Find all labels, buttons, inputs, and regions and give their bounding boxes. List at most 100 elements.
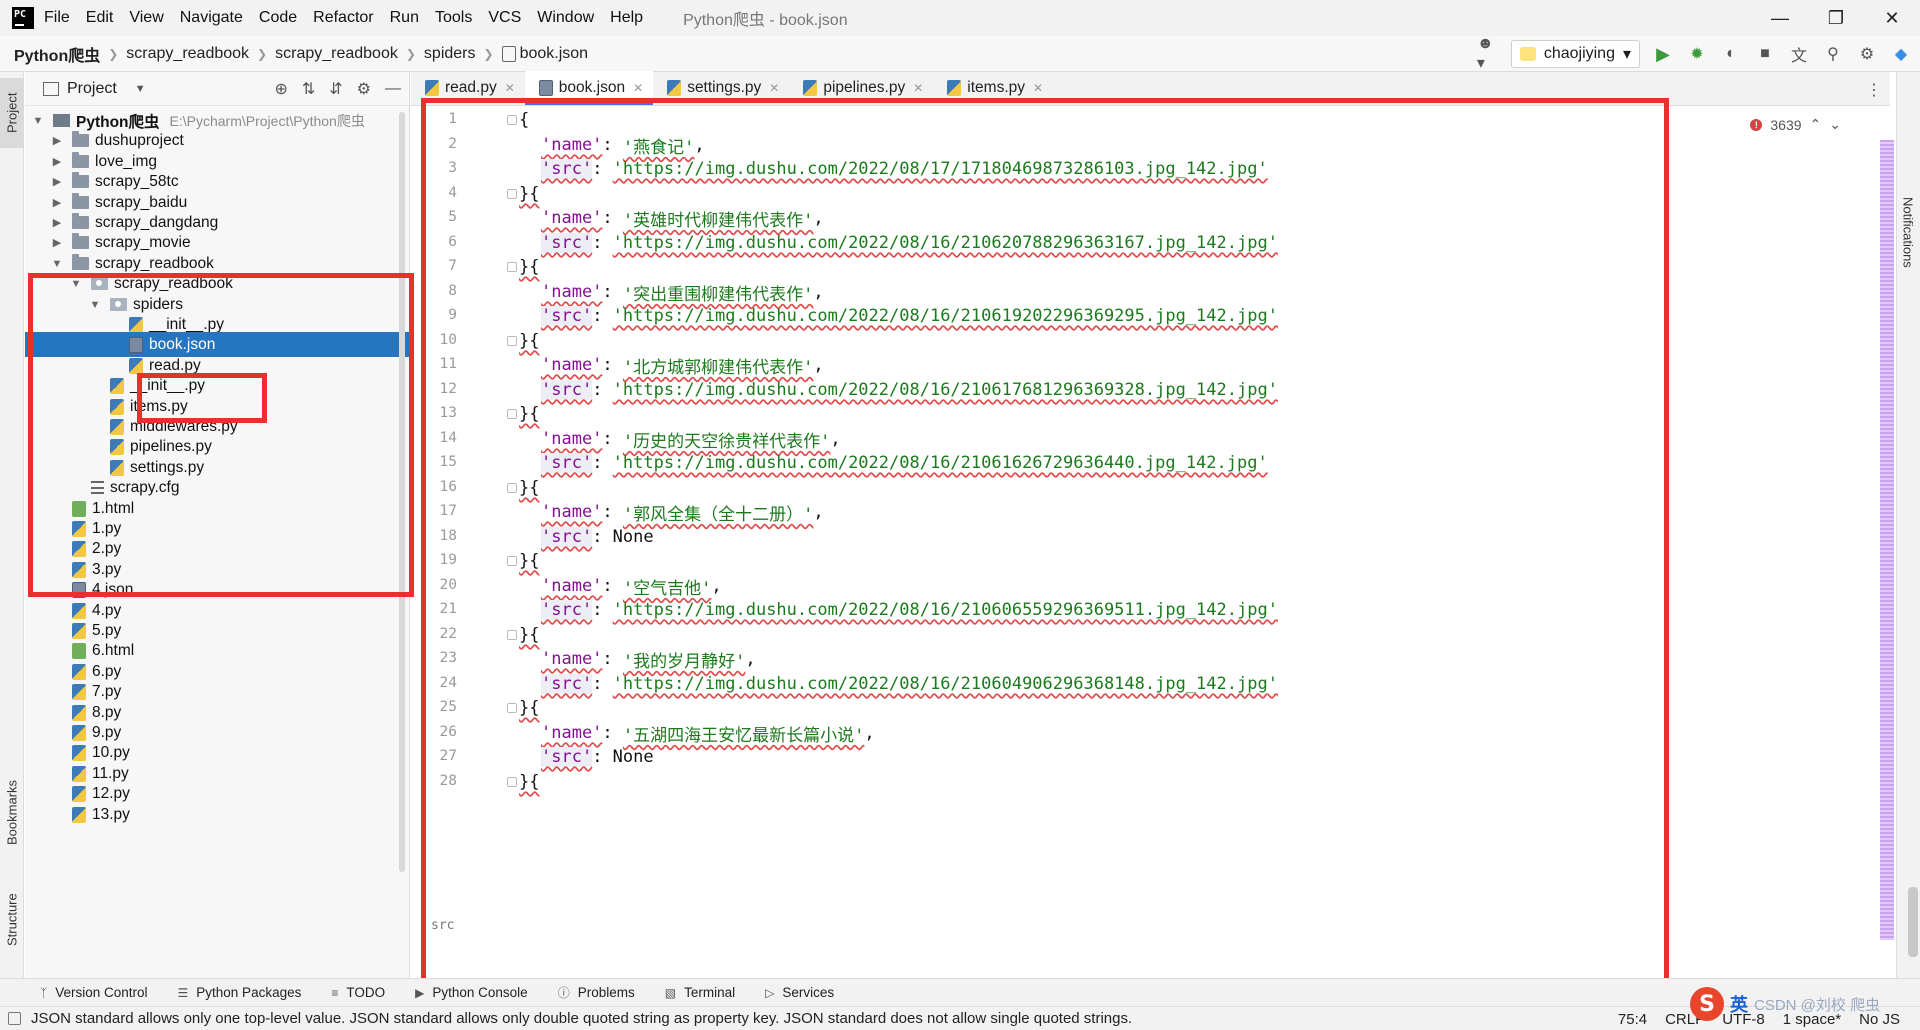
problems-button[interactable]: ⓘ Problems xyxy=(558,984,635,1001)
stop-icon[interactable]: ■ xyxy=(1754,43,1776,65)
expand-all-icon[interactable]: ⇅ xyxy=(302,79,315,99)
menu-run[interactable]: Run xyxy=(390,9,419,27)
editor-breadcrumb[interactable]: src xyxy=(431,918,454,933)
tree-item[interactable]: 13.py xyxy=(25,802,410,827)
error-stripe[interactable] xyxy=(1880,140,1894,940)
editor-scrollbar-thumb[interactable] xyxy=(1908,887,1918,957)
tab-bookmarks[interactable]: Bookmarks xyxy=(0,762,24,862)
coverage-icon[interactable]: ◐ xyxy=(1720,43,1742,65)
python-packages-button[interactable]: ☰ Python Packages xyxy=(178,985,302,1000)
fold-marker-icon[interactable] xyxy=(507,483,517,493)
services-button[interactable]: ▷ Services xyxy=(765,985,834,1000)
debug-icon[interactable]: ✹ xyxy=(1686,43,1708,65)
tree-scrollbar[interactable] xyxy=(399,112,405,872)
python-console-button[interactable]: ▶ Python Console xyxy=(415,985,528,1000)
status-message[interactable]: JSON standard allows only one top-level … xyxy=(8,1010,1132,1027)
translate-icon[interactable]: 文 xyxy=(1788,43,1810,65)
locate-icon[interactable]: ⊕ xyxy=(274,79,287,99)
menu-tools[interactable]: Tools xyxy=(435,9,472,27)
editor-tab[interactable]: pipelines.py ✕ xyxy=(789,71,933,105)
menu-edit[interactable]: Edit xyxy=(86,9,114,27)
close-icon[interactable]: ✕ xyxy=(913,81,923,95)
chevron-right-icon[interactable]: ▶ xyxy=(50,236,64,249)
project-panel-header: Project ▼ ⊕ ⇅ ⇵ ⚙ — xyxy=(25,72,409,106)
fold-marker-icon[interactable] xyxy=(507,336,517,346)
close-icon[interactable]: ✕ xyxy=(1864,0,1920,36)
search-icon[interactable]: ⚲ xyxy=(1822,43,1844,65)
inspection-widget[interactable]: ! 3639 ⌃ ⌄ xyxy=(1750,116,1841,133)
chevron-right-icon[interactable]: ▶ xyxy=(50,134,64,147)
breadcrumb-spiders[interactable]: spiders xyxy=(424,45,476,63)
gear-icon[interactable]: ⚙ xyxy=(357,79,371,99)
code-line: 'name': '我的岁月静好', xyxy=(519,645,756,673)
fold-marker-icon[interactable] xyxy=(507,703,517,713)
chevron-right-icon[interactable]: ▶ xyxy=(50,216,64,229)
fold-marker-icon[interactable] xyxy=(507,630,517,640)
chevron-down-icon[interactable]: ⌄ xyxy=(1829,116,1841,133)
toggle-panel-icon[interactable] xyxy=(8,1012,21,1025)
minimize-icon[interactable]: — xyxy=(1752,0,1808,36)
more-icon[interactable]: ⋮ xyxy=(1866,80,1882,100)
todo-button[interactable]: ≡ TODO xyxy=(331,985,385,1000)
folder-icon xyxy=(72,193,89,209)
jetbrains-logo-icon[interactable]: ◆ xyxy=(1890,43,1912,65)
close-icon[interactable]: ✕ xyxy=(769,81,779,95)
run-icon[interactable]: ▶ xyxy=(1652,43,1674,65)
editor-tab[interactable]: settings.py ✕ xyxy=(653,71,789,105)
run-config-select[interactable]: chaojiying ▾ xyxy=(1510,40,1640,68)
colon-token: : xyxy=(592,380,613,400)
editor-tab[interactable]: items.py ✕ xyxy=(933,71,1053,105)
collapse-all-icon[interactable]: ⇵ xyxy=(329,79,342,99)
brace-token: }{ xyxy=(519,625,540,645)
editor-tab[interactable]: book.json ✕ xyxy=(524,71,654,105)
menu-navigate[interactable]: Navigate xyxy=(180,9,243,27)
terminal-button[interactable]: ▧ Terminal xyxy=(665,985,735,1000)
menu-refactor[interactable]: Refactor xyxy=(313,9,373,27)
menu-code[interactable]: Code xyxy=(259,9,297,27)
fold-marker-icon[interactable] xyxy=(507,115,517,125)
hide-icon[interactable]: — xyxy=(385,80,401,98)
menu-vcs[interactable]: VCS xyxy=(488,9,521,27)
menu-window[interactable]: Window xyxy=(537,9,594,27)
chevron-down-icon[interactable]: ▼ xyxy=(88,299,102,311)
chevron-down-icon[interactable]: ▼ xyxy=(50,258,64,270)
tab-project[interactable]: Project xyxy=(0,78,24,148)
ime-mode[interactable]: 英 xyxy=(1730,991,1748,1017)
json-file-icon xyxy=(129,336,143,353)
project-panel-title[interactable]: Project xyxy=(67,80,117,98)
fold-marker-icon[interactable] xyxy=(507,409,517,419)
breadcrumb-folder[interactable]: scrapy_readbook xyxy=(126,45,249,63)
chevron-down-icon[interactable]: ▼ xyxy=(69,278,83,290)
fold-marker-icon[interactable] xyxy=(507,189,517,199)
chevron-right-icon[interactable]: ▶ xyxy=(50,175,64,188)
chevron-up-icon[interactable]: ⌃ xyxy=(1810,116,1822,133)
caret-position[interactable]: 75:4 xyxy=(1618,1011,1647,1028)
chevron-right-icon[interactable]: ▶ xyxy=(50,196,64,209)
breadcrumb-package[interactable]: scrapy_readbook xyxy=(275,45,398,63)
version-control-button[interactable]: ᛉ Version Control xyxy=(40,985,148,1000)
line-number: 15 xyxy=(439,454,457,470)
user-icon[interactable]: ☻▾ xyxy=(1477,35,1499,72)
close-icon[interactable]: ✕ xyxy=(633,81,643,95)
breadcrumb-project[interactable]: Python爬虫 xyxy=(14,42,100,66)
restore-icon[interactable]: ❐ xyxy=(1808,0,1864,36)
menu-help[interactable]: Help xyxy=(610,9,643,27)
breadcrumb-file[interactable]: book.json xyxy=(520,45,589,63)
close-icon[interactable]: ✕ xyxy=(505,81,515,95)
chevron-down-icon[interactable]: ▼ xyxy=(135,83,146,95)
code-editor[interactable]: 1 2 3 4 5 6 7 8 9 10 11 12 13 14 15 16 17 18 19 20 21 22 23 24 2… xyxy=(411,106,1871,946)
tab-structure[interactable]: Structure xyxy=(0,880,24,960)
menu-view[interactable]: View xyxy=(129,9,163,27)
fold-marker-icon[interactable] xyxy=(507,262,517,272)
gear-icon[interactable]: ⚙ xyxy=(1856,43,1878,65)
close-icon[interactable]: ✕ xyxy=(1033,81,1043,95)
chevron-right-icon[interactable]: ▶ xyxy=(50,155,64,168)
sogou-ime-icon[interactable]: S xyxy=(1690,987,1724,1021)
tab-notifications[interactable]: Notifications xyxy=(1896,172,1920,292)
menu-file[interactable]: File xyxy=(44,9,70,27)
chevron-down-icon[interactable]: ▼ xyxy=(31,115,45,127)
python-file-icon xyxy=(72,704,86,721)
fold-marker-icon[interactable] xyxy=(507,556,517,566)
editor-tab[interactable]: read.py ✕ xyxy=(411,71,525,105)
fold-marker-icon[interactable] xyxy=(507,777,517,787)
